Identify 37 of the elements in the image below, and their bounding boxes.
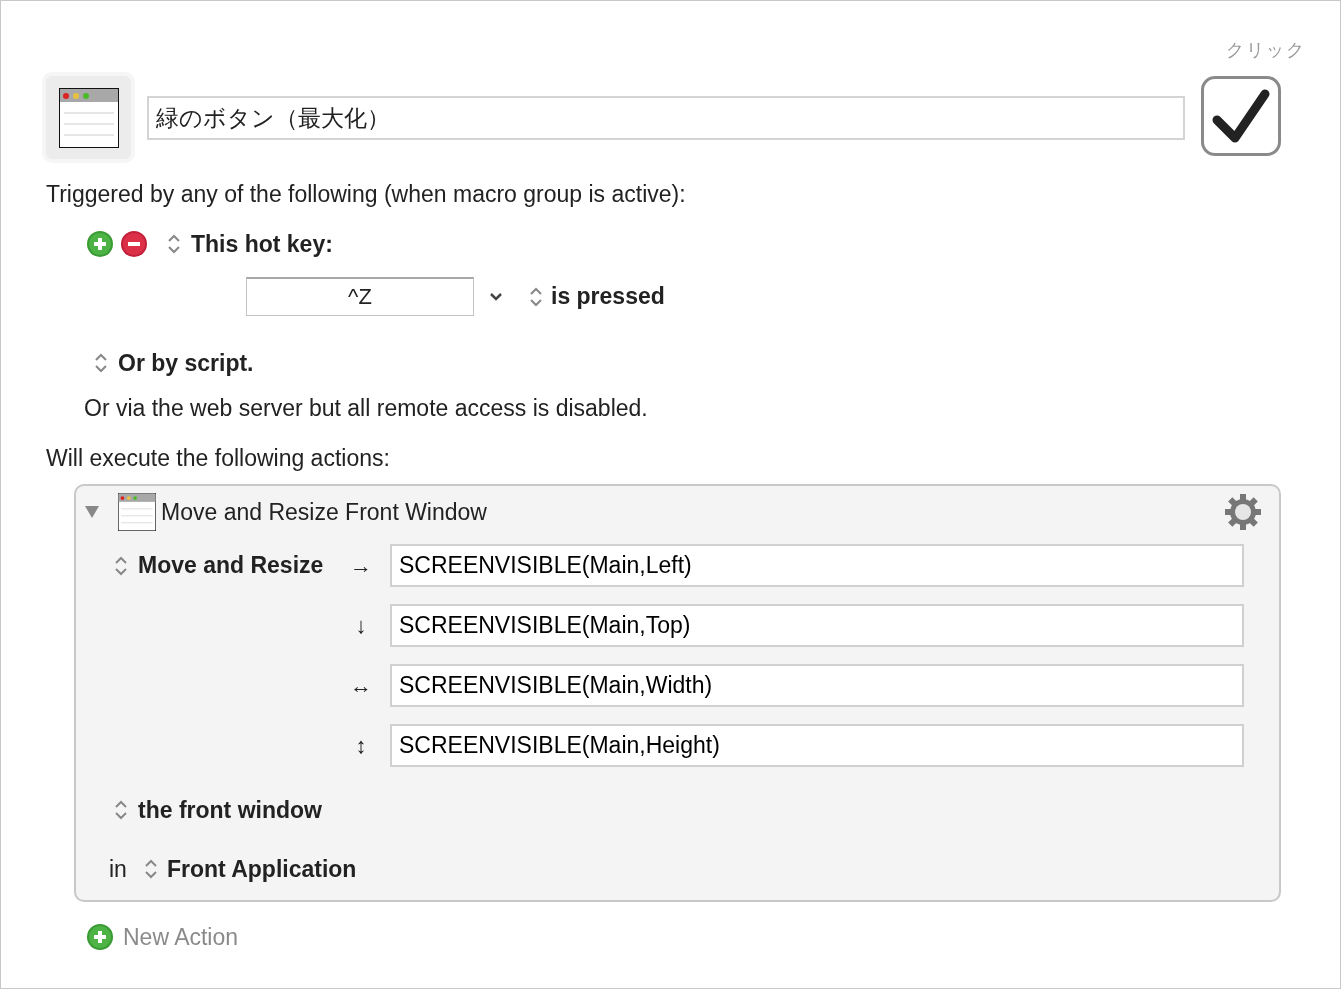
arrow-symbol: ↔ xyxy=(349,672,373,700)
expression-field[interactable]: SCREENVISIBLE(Main,Left) xyxy=(390,544,1244,587)
add-icon[interactable] xyxy=(87,924,113,950)
section-heading: Triggered by any of the following (when macro group is active): xyxy=(46,180,687,208)
updown-chevron-icon[interactable] xyxy=(114,799,128,821)
target-window-popup[interactable]: the front window xyxy=(138,792,322,828)
script-trigger-popup[interactable]: Or by script. xyxy=(118,345,254,381)
enable-checkbox[interactable] xyxy=(1201,76,1281,156)
arrow-symbol: → xyxy=(349,552,373,580)
remove-icon[interactable] xyxy=(121,231,147,257)
in-label: in xyxy=(109,854,127,884)
disclosure-triangle-icon[interactable] xyxy=(85,506,99,518)
section-heading: Will execute the following actions: xyxy=(46,444,391,472)
add-icon[interactable] xyxy=(87,231,113,257)
window-icon xyxy=(118,493,156,531)
dropdown-chevron-icon[interactable] xyxy=(489,291,503,302)
window-icon xyxy=(58,87,119,148)
expression-field[interactable]: SCREENVISIBLE(Main,Height) xyxy=(390,724,1244,767)
updown-chevron-icon[interactable] xyxy=(529,285,543,308)
updown-chevron-icon[interactable] xyxy=(167,233,181,255)
application-popup[interactable]: Front Application xyxy=(166,851,357,887)
updown-chevron-icon[interactable] xyxy=(114,554,128,577)
settings-icon[interactable] xyxy=(1224,493,1262,531)
web-server-note: Or via the web server but all remote access is disabled. xyxy=(84,394,649,422)
arrow-symbol: ↕ xyxy=(354,732,368,760)
key-mode-popup[interactable]: is pressed xyxy=(551,279,665,314)
expression-field[interactable]: SCREENVISIBLE(Main,Top) xyxy=(390,604,1244,647)
hotkey-field[interactable]: ^Z xyxy=(246,277,474,316)
expression-field[interactable]: SCREENVISIBLE(Main,Width) xyxy=(390,664,1244,707)
arrow-symbol: ↓ xyxy=(354,612,368,640)
action-title: Move and Resize Front Window xyxy=(161,497,487,527)
updown-chevron-icon[interactable] xyxy=(143,858,158,880)
macro-name-field[interactable]: 緑のボタン（最大化） xyxy=(147,96,1185,140)
trigger-type-popup[interactable]: This hot key: xyxy=(191,226,333,262)
action-mode-popup[interactable]: Move and Resize xyxy=(138,548,324,583)
checkbox-label: クリック xyxy=(1226,39,1306,62)
updown-chevron-icon[interactable] xyxy=(94,352,108,374)
